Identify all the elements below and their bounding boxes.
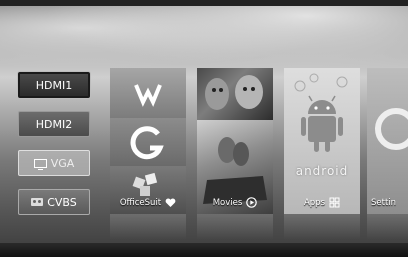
tile-label-apps: Apps [284,197,360,208]
tile-reflection [197,214,273,240]
tile-reflection [110,214,186,240]
g-swirl-logo-icon [130,126,164,160]
bottom-bezel [0,243,408,257]
monitor-icon [33,158,47,170]
grid-icon [329,197,340,208]
source-label-cvbs: CVBS [47,195,77,209]
tile-movies[interactable]: Movies [197,68,273,214]
movie-poster-top [197,68,273,120]
source-label-hdmi1: HDMI1 [35,78,73,92]
tile-settings[interactable]: Settin [367,68,408,214]
source-button-hdmi1[interactable]: HDMI1 [18,72,90,98]
tile-label-apps-text: Apps [303,197,326,208]
source-button-hdmi2[interactable]: HDMI2 [18,111,90,137]
wps-logo-icon [134,84,162,107]
tile-label-movies-text: Movies [212,197,243,208]
source-label-hdmi2: HDMI2 [35,117,73,131]
tile-reflection [367,214,408,240]
heart-icon [165,198,176,207]
android-logo-text: android [295,164,349,178]
android-robot-icon [294,73,348,152]
source-button-vga[interactable]: VGA [18,150,90,176]
office-logo-panel [110,68,186,118]
tile-label-settings-text: Settin [371,198,397,208]
source-button-cvbs[interactable]: CVBS [18,189,90,215]
tile-label-settings: Settin [367,198,408,208]
play-circle-icon [246,197,258,208]
tile-reflection [284,214,360,240]
settings-gear-icon [375,108,408,150]
source-label-vga: VGA [50,156,75,170]
tile-officesuit[interactable]: OfficeSuit [110,68,186,214]
movie-poster-image [205,75,263,110]
tile-apps[interactable]: android Apps [284,68,360,214]
tile-label-movies: Movies [197,197,273,208]
tv-launcher-screen: HDMI1 HDMI2 VGA CVBS OfficeSuit Movies a… [0,0,408,257]
rca-connector-icon [31,198,44,206]
top-bezel [0,0,408,6]
tile-label-officesuit: OfficeSuit [110,198,186,208]
office-secondary-panel [110,118,186,166]
tile-label-office-text: OfficeSuit [119,198,162,208]
